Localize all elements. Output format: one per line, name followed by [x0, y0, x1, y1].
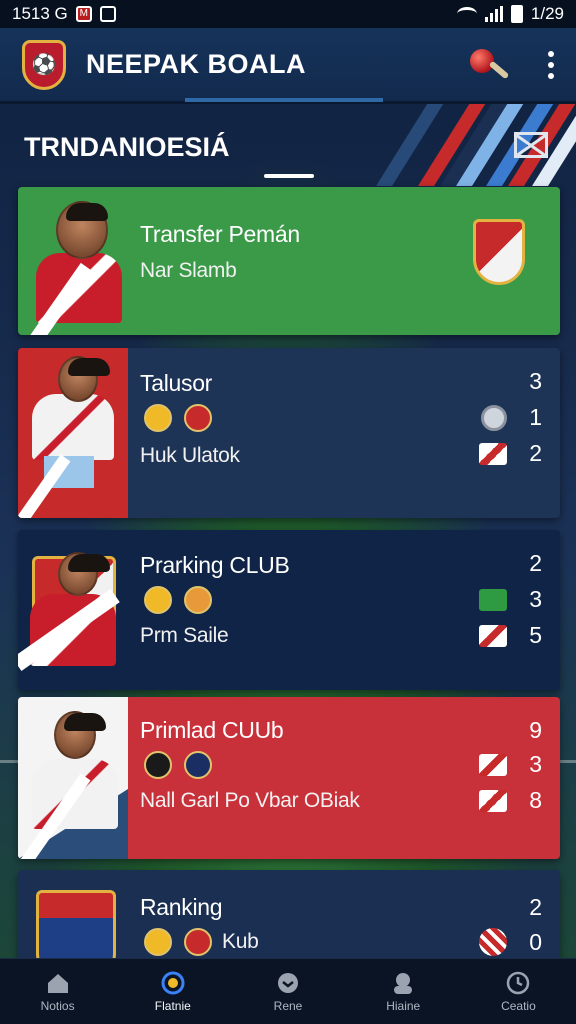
club-icon — [184, 751, 212, 779]
card-subtitle: Kub — [222, 930, 259, 953]
app-logo[interactable]: ⚽ — [22, 39, 66, 90]
card-title: Transfer Pemán — [140, 221, 300, 247]
stat-row: 0 — [479, 928, 542, 956]
section-divider — [264, 174, 314, 178]
card-title: Prarking CLUB — [140, 552, 290, 578]
nav-label: Hiaine — [386, 998, 421, 1013]
stat-row: 1 — [481, 404, 542, 431]
battery-icon — [510, 5, 523, 23]
club-icon — [144, 586, 172, 614]
app-screen: 1513 G M 1/29 ⚽ NEEPAK BOALA TRNDANIOESI… — [0, 0, 576, 1024]
status-bar: 1513 G M 1/29 — [0, 0, 576, 28]
news-card[interactable]: Talusor Huk Ulatok 3 1 2 — [18, 348, 560, 518]
stat-row: 5 — [479, 622, 542, 649]
club-icon — [144, 751, 172, 779]
club-icon — [144, 404, 172, 432]
flag-icon — [479, 624, 508, 647]
card-title: Primlad CUUb — [140, 717, 284, 743]
stat-row: 3 — [479, 586, 542, 613]
stat-value: 3 — [529, 368, 542, 394]
search-icon[interactable] — [468, 47, 510, 83]
flag-icon — [479, 789, 508, 812]
status-left-text: 1513 G — [12, 4, 68, 23]
stat-row: 2 — [479, 440, 542, 467]
stat-row: 9 — [529, 717, 542, 744]
club-icon — [184, 928, 212, 956]
nav-label: Ceatio — [501, 998, 536, 1013]
card-subtitle: Nar Slamb — [140, 259, 237, 282]
stat-row: 3 — [479, 751, 542, 778]
player-photo — [18, 530, 128, 690]
stat-value: 3 — [529, 586, 542, 612]
news-card[interactable]: Primlad CUUb Nall Garl Po Vbar OBiak 9 3… — [18, 697, 560, 859]
player-photo — [18, 348, 128, 518]
club-crest-icon — [473, 219, 525, 285]
section-header: TRNDANIOESIÁ — [0, 104, 576, 186]
nav-item-notios[interactable]: Notios — [0, 959, 115, 1024]
ball-icon — [479, 928, 508, 956]
club-icon — [184, 586, 212, 614]
player-photo — [18, 697, 128, 859]
green-flag-icon — [479, 588, 508, 611]
stat-value: 8 — [529, 787, 542, 813]
stat-value: 1 — [529, 404, 542, 430]
nav-item-rene[interactable]: Rene — [230, 959, 345, 1024]
nav-label: Notios — [40, 998, 75, 1013]
section-title: TRNDANIOESIÁ — [24, 132, 230, 162]
nav-label: Flatnie — [154, 998, 191, 1013]
nav-label: Rene — [273, 998, 303, 1013]
app-bar-indicator — [185, 98, 383, 102]
notification-icon: M — [75, 6, 92, 22]
ball-icon — [161, 971, 185, 994]
nav-item-ceatio[interactable]: Ceatio — [461, 959, 576, 1024]
stat-value: 5 — [529, 622, 542, 648]
stat-value: 3 — [529, 751, 542, 777]
card-title: Ranking — [140, 894, 223, 920]
lock-icon — [99, 6, 116, 22]
stat-row: 3 — [529, 368, 542, 395]
home-icon — [47, 973, 68, 993]
club-icon — [144, 928, 172, 956]
player-photo — [18, 187, 128, 335]
wifi-icon — [456, 7, 477, 21]
status-time: 1/29 — [530, 4, 564, 23]
stat-row: 2 — [529, 894, 542, 921]
mail-icon[interactable] — [514, 132, 548, 158]
stat-value: 0 — [529, 928, 542, 955]
club-photo — [18, 870, 128, 970]
target-icon — [481, 404, 508, 431]
stat-row: 8 — [479, 787, 542, 814]
clock-icon — [507, 971, 530, 994]
app-bar: ⚽ NEEPAK BOALA — [0, 28, 576, 104]
app-title: NEEPAK BOALA — [86, 49, 307, 79]
nav-item-hiaine[interactable]: Hiaine — [346, 959, 461, 1024]
news-card[interactable]: Prarking CLUB Prm Saile 2 3 5 — [18, 530, 560, 690]
stat-value: 2 — [529, 440, 542, 466]
news-card[interactable]: Ranking Kub 2 0 — [18, 870, 560, 970]
flag-icon — [479, 442, 508, 465]
stat-value: 2 — [529, 894, 542, 920]
card-subtitle: Huk Ulatok — [140, 444, 240, 467]
club-icon — [184, 404, 212, 432]
stat-row: 2 — [529, 550, 542, 577]
stat-value: 2 — [529, 550, 542, 576]
people-icon — [394, 972, 413, 994]
nav-item-flatnie[interactable]: Flatnie — [115, 959, 230, 1024]
news-card[interactable]: Transfer Pemán Nar Slamb — [18, 187, 560, 335]
card-title: Talusor — [140, 370, 213, 396]
bottom-navigation: Notios Flatnie Rene Hiaine Ceatio — [0, 958, 576, 1024]
card-subtitle: Nall Garl Po Vbar OBiak — [140, 789, 360, 812]
flag-icon — [479, 753, 508, 776]
chat-icon — [278, 972, 298, 993]
card-subtitle: Prm Saile — [140, 624, 229, 647]
stat-value: 9 — [529, 717, 542, 743]
more-options-icon[interactable] — [548, 50, 554, 79]
signal-icon — [484, 6, 503, 22]
